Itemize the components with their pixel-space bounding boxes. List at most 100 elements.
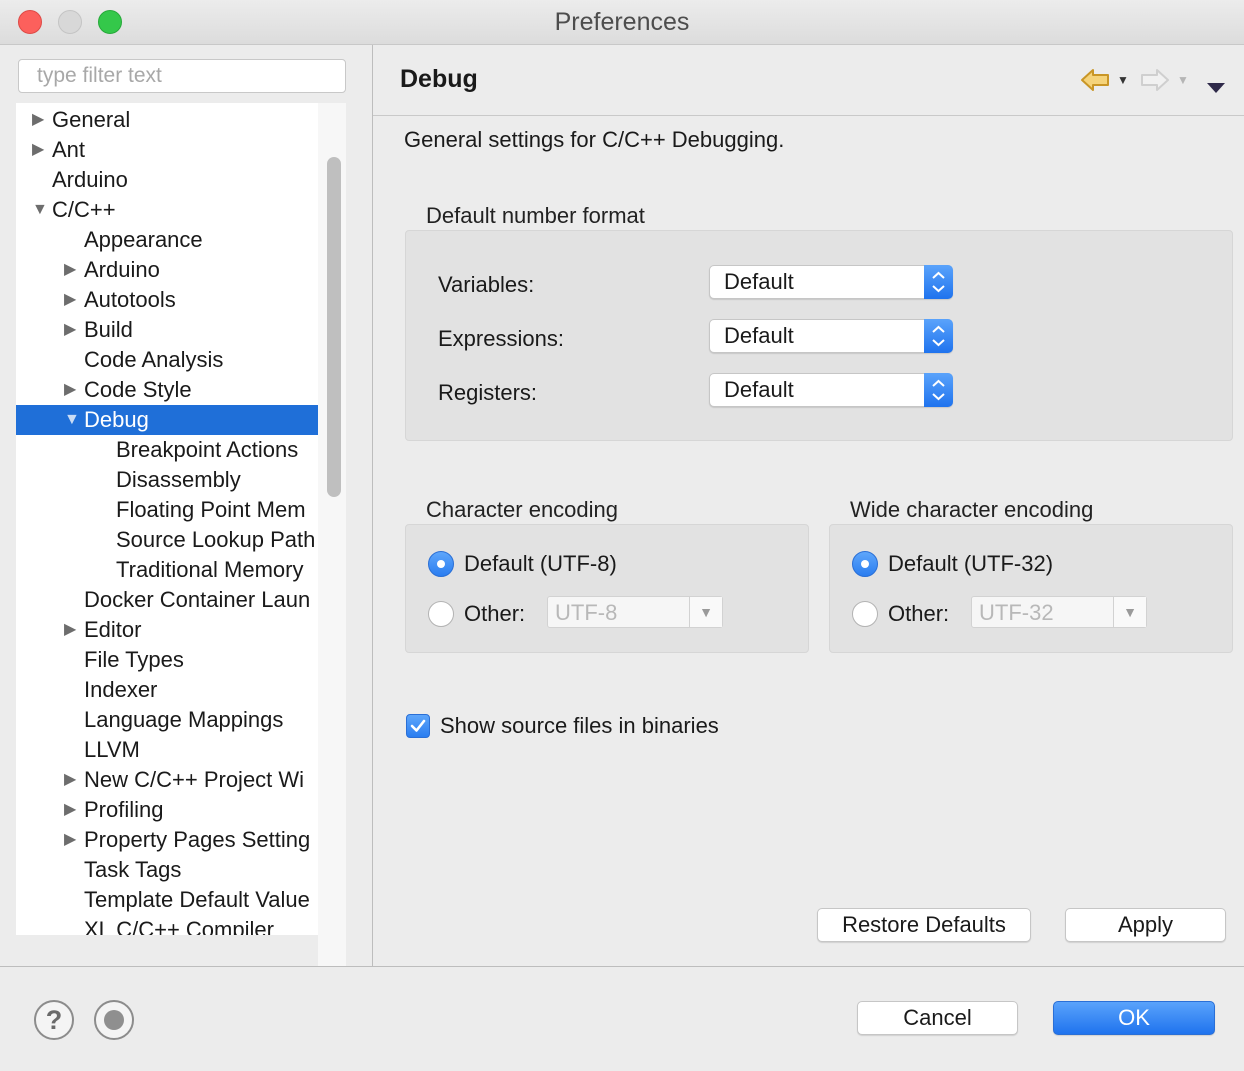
- chevron-down-icon: ▼: [689, 597, 722, 627]
- expressions-label: Expressions:: [438, 326, 564, 351]
- restore-defaults-button[interactable]: Restore Defaults: [817, 908, 1031, 942]
- preferences-tree: ▶ General ▶ Ant Arduino ▼ C/C++ Appearance ▶ Ardu…: [16, 103, 318, 935]
- filter-input[interactable]: [18, 59, 346, 93]
- collapsed-twisty-icon[interactable]: ▶: [64, 765, 80, 795]
- collapsed-twisty-icon[interactable]: ▶: [32, 135, 48, 165]
- char-default-radio[interactable]: [428, 551, 454, 577]
- expanded-twisty-icon[interactable]: ▼: [64, 405, 80, 435]
- tree-item[interactable]: XL C/C++ Compiler: [16, 915, 318, 935]
- tree-item[interactable]: LLVM: [16, 735, 318, 765]
- back-arrow-icon[interactable]: [1079, 65, 1111, 95]
- tree-item-label: XL C/C++ Compiler: [84, 917, 274, 935]
- collapsed-twisty-icon[interactable]: ▶: [64, 795, 80, 825]
- tree-item-label: Appearance: [84, 227, 203, 252]
- page-header: Debug ▼ ▼: [373, 45, 1244, 116]
- tree-item-label: Arduino: [84, 257, 160, 282]
- tree-item[interactable]: ▼ Debug: [16, 405, 318, 435]
- collapsed-twisty-icon[interactable]: ▶: [64, 825, 80, 855]
- tree-item[interactable]: ▶ Build: [16, 315, 318, 345]
- tree-item[interactable]: ▶ General: [16, 105, 318, 135]
- char-encoding-group: Default (UTF-8) Other: UTF-8 ▼: [405, 524, 809, 653]
- tree-item-label: Arduino: [52, 167, 128, 192]
- page-title: Debug: [400, 65, 478, 93]
- tree-item[interactable]: Docker Container Laun: [16, 585, 318, 615]
- tree-item-label: Language Mappings: [84, 707, 284, 732]
- wide-default-label: Default (UTF-32): [888, 551, 1054, 576]
- collapsed-twisty-icon[interactable]: ▶: [64, 315, 80, 345]
- tree-item[interactable]: Disassembly: [16, 465, 318, 495]
- ok-button[interactable]: OK: [1053, 1001, 1215, 1035]
- char-other-combo: UTF-8 ▼: [547, 596, 723, 628]
- view-menu-icon[interactable]: [1205, 73, 1227, 103]
- tree-item[interactable]: Appearance: [16, 225, 318, 255]
- tree-item-label: Breakpoint Actions: [116, 437, 299, 462]
- title-bar: Preferences: [0, 0, 1244, 45]
- tree-item[interactable]: Language Mappings: [16, 705, 318, 735]
- dialog-button-bar: ? Cancel OK: [0, 966, 1244, 1071]
- apply-button[interactable]: Apply: [1065, 908, 1226, 942]
- import-export-icon[interactable]: [94, 1000, 134, 1040]
- tree-item-label: Profiling: [84, 797, 164, 822]
- collapsed-twisty-icon[interactable]: ▶: [64, 615, 80, 645]
- expanded-twisty-icon[interactable]: ▼: [32, 195, 48, 225]
- tree-item[interactable]: Arduino: [16, 165, 318, 195]
- tree-item-label: Floating Point Mem: [116, 497, 306, 522]
- wide-default-radio[interactable]: [852, 551, 878, 577]
- tree-item-label: New C/C++ Project Wi: [84, 767, 305, 792]
- tree-vertical-scroll-thumb[interactable]: [327, 157, 341, 497]
- tree-item[interactable]: ▶ Editor: [16, 615, 318, 645]
- preferences-sidebar: ▶General▶AntArduino▼C/C++Appearance▶Ardu…: [0, 45, 373, 1009]
- char-other-label: Other:: [464, 601, 526, 626]
- wide-other-radio[interactable]: [852, 601, 878, 627]
- tree-item[interactable]: Indexer: [16, 675, 318, 705]
- tree-item[interactable]: Code Analysis: [16, 345, 318, 375]
- tree-item[interactable]: File Types: [16, 645, 318, 675]
- char-other-radio[interactable]: [428, 601, 454, 627]
- wide-encoding-title: Wide character encoding: [850, 497, 1094, 522]
- tree-item-label: File Types: [84, 647, 184, 672]
- tree-item[interactable]: ▼ C/C++: [16, 195, 318, 225]
- char-encoding-title: Character encoding: [426, 497, 619, 522]
- variables-label: Variables:: [438, 272, 535, 297]
- back-dropdown-icon[interactable]: ▼: [1117, 73, 1129, 87]
- tree-item[interactable]: Source Lookup Path: [16, 525, 318, 555]
- tree-item[interactable]: ▶ Profiling: [16, 795, 318, 825]
- tree-item-label: Code Analysis: [84, 347, 224, 372]
- tree-item-label: Ant: [52, 137, 86, 162]
- tree-item[interactable]: ▶ Property Pages Setting: [16, 825, 318, 855]
- tree-item-label: Build: [84, 317, 133, 342]
- tree-item[interactable]: ▶ Ant: [16, 135, 318, 165]
- show-source-checkbox[interactable]: [406, 714, 430, 738]
- tree-item[interactable]: Template Default Value: [16, 885, 318, 915]
- tree-item[interactable]: ▶ Autotools: [16, 285, 318, 315]
- variables-select[interactable]: Default: [709, 265, 953, 299]
- expressions-select[interactable]: Default: [709, 319, 953, 353]
- collapsed-twisty-icon[interactable]: ▶: [32, 105, 48, 135]
- tree-item[interactable]: Breakpoint Actions: [16, 435, 318, 465]
- registers-select[interactable]: Default: [709, 373, 953, 407]
- tree-item[interactable]: Traditional Memory: [16, 555, 318, 585]
- tree-item-label: Indexer: [84, 677, 158, 702]
- tree-item-label: Template Default Value: [84, 887, 310, 912]
- registers-label: Registers:: [438, 380, 538, 405]
- tree-item[interactable]: Floating Point Mem: [16, 495, 318, 525]
- tree-item[interactable]: Task Tags: [16, 855, 318, 885]
- tree-item-label: LLVM: [84, 737, 140, 762]
- tree-item-label: Editor: [84, 617, 142, 642]
- tree-item[interactable]: ▶ Arduino: [16, 255, 318, 285]
- cancel-button[interactable]: Cancel: [857, 1001, 1018, 1035]
- tree-item[interactable]: ▶ Code Style: [16, 375, 318, 405]
- tree-item-label: Property Pages Setting: [84, 827, 311, 852]
- collapsed-twisty-icon[interactable]: ▶: [64, 375, 80, 405]
- expressions-select-value: Default: [724, 323, 794, 348]
- collapsed-twisty-icon[interactable]: ▶: [64, 285, 80, 315]
- number-format-title: Default number format: [426, 203, 645, 228]
- page-description: General settings for C/C++ Debugging.: [404, 127, 785, 152]
- tree-item-label: Traditional Memory: [116, 557, 304, 582]
- tree-item[interactable]: ▶ New C/C++ Project Wi: [16, 765, 318, 795]
- tree-item-label: Disassembly: [116, 467, 241, 492]
- help-icon[interactable]: ?: [34, 1000, 74, 1040]
- tree-item-label: Task Tags: [84, 857, 182, 882]
- tree-item-label: Code Style: [84, 377, 192, 402]
- collapsed-twisty-icon[interactable]: ▶: [64, 255, 80, 285]
